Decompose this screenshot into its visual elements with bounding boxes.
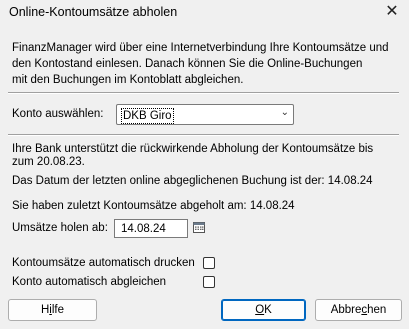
cancel-button[interactable]: Abbrechen — [315, 299, 402, 321]
bank-info-line-2: zum 20.08.23. — [12, 156, 85, 168]
account-combobox[interactable]: DKB Giro ⌄ — [116, 104, 294, 125]
chevron-down-icon[interactable]: ⌄ — [281, 107, 289, 118]
separator-top — [8, 92, 399, 94]
intro-line-3: mit den Buchungen im Kontoblatt abgleich… — [12, 74, 244, 86]
fetch-from-date-input[interactable] — [114, 219, 188, 238]
calendar-icon[interactable] — [193, 221, 205, 233]
ok-button[interactable]: OK — [221, 299, 306, 321]
auto-print-checkbox[interactable] — [203, 257, 215, 269]
window-title: Online-Kontoumsätze abholen — [9, 5, 178, 19]
bank-info: Ihre Bank unterstützt die rückwirkende A… — [12, 143, 373, 169]
title-bar: Online-Kontoumsätze abholen ✕ — [0, 0, 409, 27]
bank-info-line-1: Ihre Bank unterstützt die rückwirkende A… — [12, 143, 374, 155]
last-synced-text: Das Datum der letzten online abgeglichen… — [12, 175, 373, 187]
close-icon[interactable]: ✕ — [383, 2, 401, 22]
intro-text: FinanzManager wird über eine Internetver… — [12, 40, 400, 88]
intro-line-2: den Kontostand einlesen. Danach können S… — [12, 58, 363, 70]
auto-reconcile-checkbox[interactable] — [203, 276, 215, 288]
account-selected-value: DKB Giro — [121, 108, 174, 124]
account-label: Konto auswählen: — [12, 108, 104, 120]
separator-middle — [8, 134, 399, 136]
fetch-from-label: Umsätze holen ab: — [12, 222, 108, 234]
last-fetched-text: Sie haben zuletzt Kontoumsätze abgeholt … — [12, 200, 295, 212]
intro-line-1: FinanzManager wird über eine Internetver… — [12, 42, 389, 54]
help-button[interactable]: Hilfe — [8, 299, 97, 321]
auto-reconcile-label: Konto automatisch abgleichen — [12, 276, 167, 288]
auto-print-label: Kontoumsätze automatisch drucken — [12, 257, 195, 269]
